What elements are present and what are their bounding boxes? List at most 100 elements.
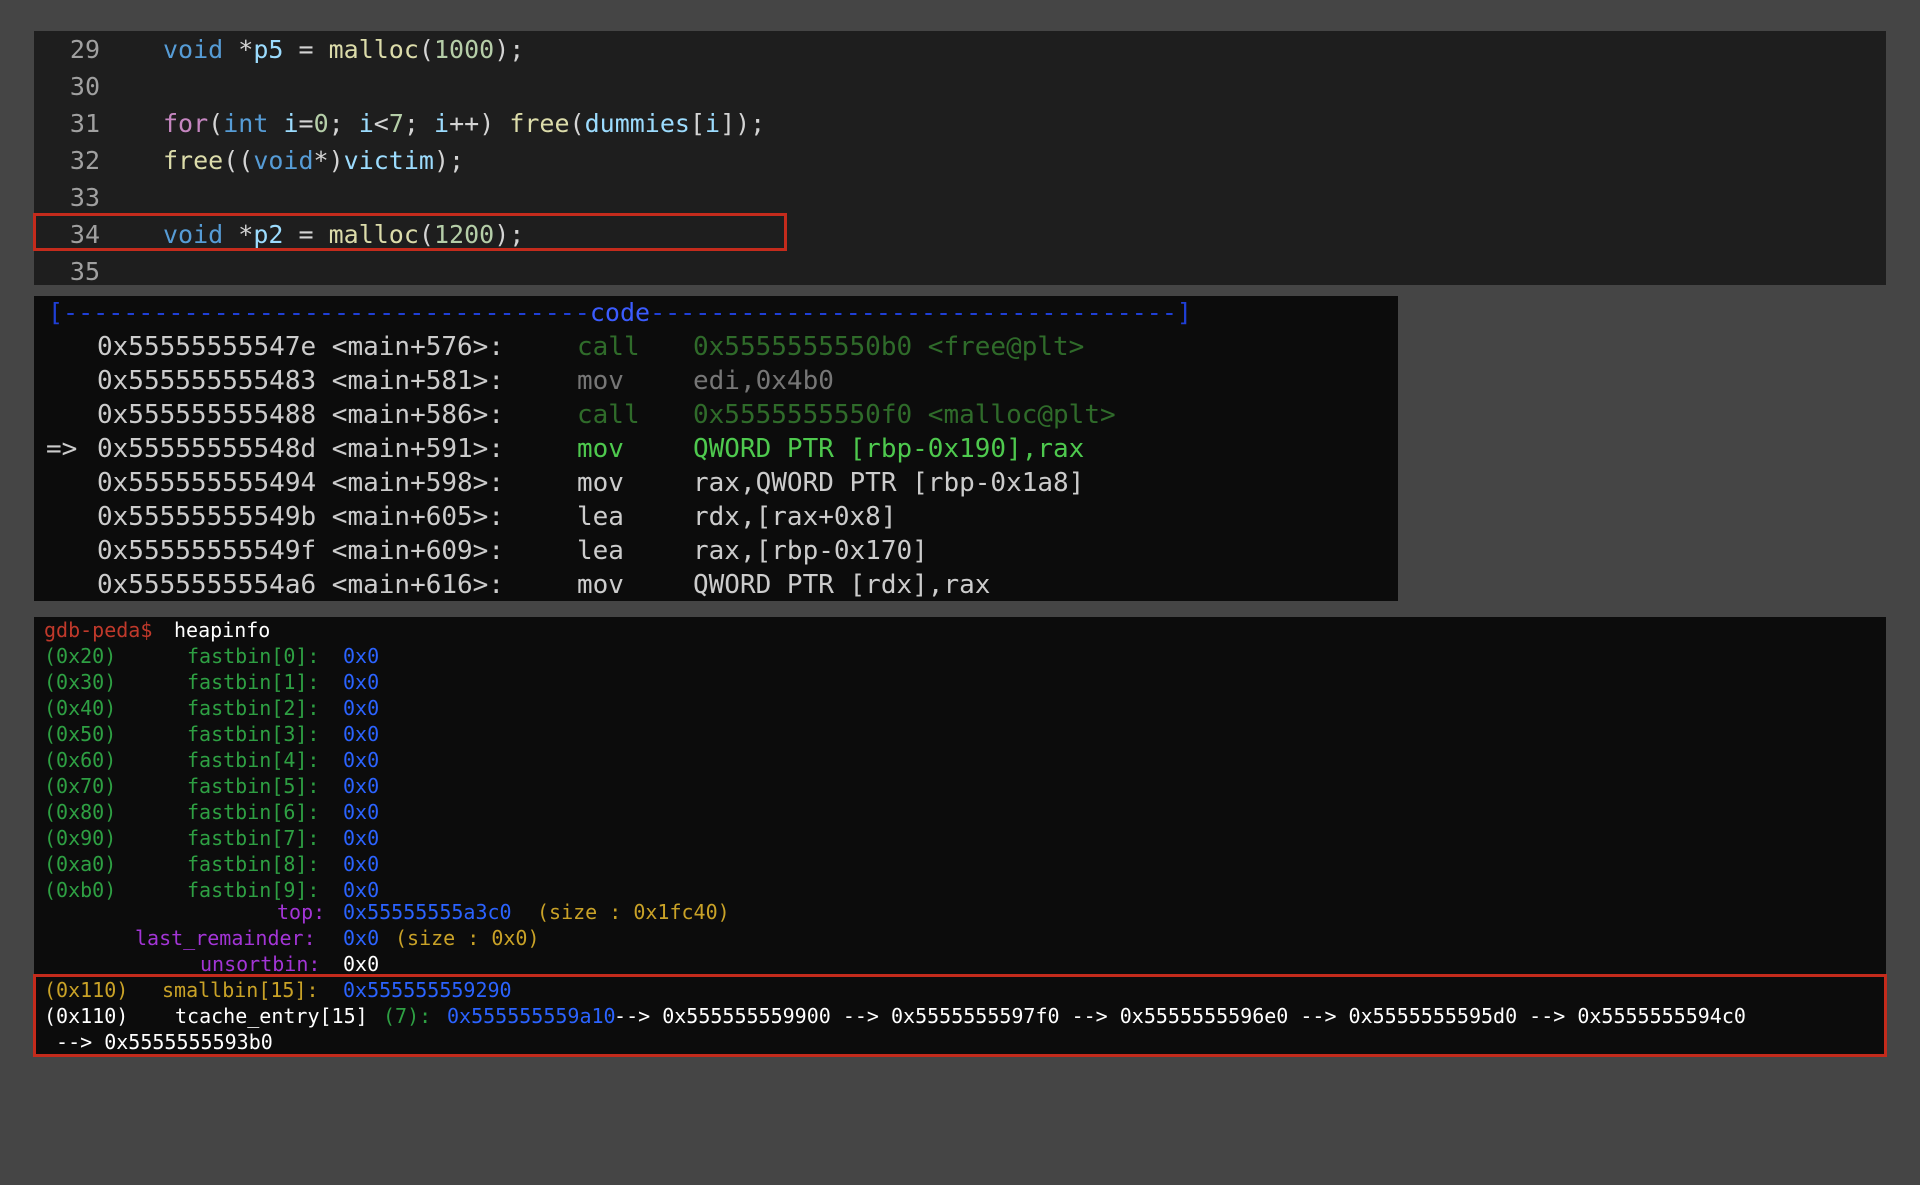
instruction-addr: 0x55555555549f <main+609>: [97, 536, 504, 566]
fastbin-label: fastbin[2]: [187, 696, 320, 720]
instruction-args: QWORD PTR [rdx],rax [693, 570, 991, 600]
instruction-args: QWORD PTR [rbp-0x190],rax [693, 434, 1085, 464]
code-token: < [373, 109, 389, 138]
instruction-arrow: => [46, 434, 78, 464]
gdb-terminal[interactable]: gdb-peda$ heapinfo (0x20) fastbin[0]: 0x0 (… [33, 617, 1887, 1057]
fastbin-size: (0xa0) [44, 852, 117, 876]
fastbin-value: 0x0 [343, 644, 380, 668]
line-code: for(int i=0; i<7; i++) free(dummies[i]); [163, 105, 765, 142]
fastbin-label: fastbin[3]: [187, 722, 320, 746]
instruction-args: 0x5555555550b0 <free@plt> [693, 332, 1085, 362]
code-token: ( [569, 109, 585, 138]
line-number: 30 [69, 72, 100, 101]
code-token: dummies [584, 109, 690, 138]
code-token: free [509, 109, 570, 138]
fastbin-value: 0x0 [343, 826, 380, 850]
code-token: = [298, 109, 314, 138]
instruction-op: call [577, 400, 640, 430]
gdb-prompt: gdb-peda$ [44, 618, 153, 642]
instruction-op: mov [577, 468, 624, 498]
fastbin-size: (0x90) [44, 826, 117, 850]
code-token: * [223, 35, 254, 64]
code-token: 1000 [433, 35, 495, 64]
fastbin-label: fastbin[1]: [187, 670, 320, 694]
code-token: 7 [388, 109, 404, 138]
fastbin-size: (0x20) [44, 644, 117, 668]
code-token: i [358, 109, 374, 138]
line-number: 31 [69, 109, 100, 138]
line-code: void *p5 = malloc(1000); [163, 31, 524, 68]
instruction-op: mov [577, 434, 624, 464]
instruction-args: edi,0x4b0 [693, 366, 834, 396]
line-number: 33 [69, 183, 100, 212]
code-token: 1200 [433, 220, 495, 249]
smallbin-line: (0x110) smallbin[15]: 0x555555559290 [44, 978, 512, 1002]
code-token: ; [403, 109, 435, 138]
code-token: p2 [253, 220, 284, 249]
code-token: ; [328, 109, 359, 138]
last-remainder-line: last_remainder: 0x0 (size : 0x0) [135, 926, 540, 950]
fastbin-size: (0x80) [44, 800, 117, 824]
unsortbin-line: unsortbin: 0x0 [200, 952, 380, 976]
code-token: ); [494, 35, 525, 64]
code-token: ( [418, 35, 434, 64]
code-token: i [283, 109, 299, 138]
code-token: *) [313, 146, 344, 175]
instruction-addr: 0x555555555483 <main+581>: [97, 366, 504, 396]
code-token: for [163, 109, 209, 138]
fastbin-label: fastbin[7]: [187, 826, 320, 850]
instruction-addr: 0x5555555554a6 <main+616>: [97, 570, 504, 600]
code-token: ]); [720, 109, 766, 138]
code-token: void [163, 220, 224, 249]
code-token: = [283, 220, 329, 249]
code-section-header: [-----------------------------------code… [48, 298, 1192, 327]
instruction-addr: 0x55555555549b <main+605>: [97, 502, 504, 532]
code-token: malloc [328, 220, 419, 249]
line-number: 32 [69, 146, 100, 175]
code-token: ( [418, 220, 434, 249]
fastbin-value: 0x0 [343, 774, 380, 798]
fastbin-label: fastbin[5]: [187, 774, 320, 798]
fastbin-value: 0x0 [343, 722, 380, 746]
tcache-line: (0x110) tcache_entry[15] (7): 0x55555555… [44, 1004, 1746, 1028]
instruction-args: rax,[rbp-0x170] [693, 536, 928, 566]
instruction-args: rax,QWORD PTR [rbp-0x1a8] [693, 468, 1085, 498]
fastbin-size: (0x40) [44, 696, 117, 720]
instruction-addr: 0x55555555547e <main+576>: [97, 332, 504, 362]
code-token: = [283, 35, 329, 64]
disassembly-panel: [-----------------------------------code… [34, 296, 1398, 601]
code-token: void [253, 146, 314, 175]
line-number: 34 [69, 220, 100, 249]
code-token: ++) [449, 109, 510, 138]
fastbin-label: fastbin[6]: [187, 800, 320, 824]
source-editor[interactable]: 29 void *p5 = malloc(1000); 30 31 for(int i=… [33, 31, 1886, 286]
top-line: top: 0x55555555a3c0 (size : 0x1fc40) [277, 900, 730, 924]
code-token: [ [689, 109, 706, 138]
fastbin-value: 0x0 [343, 670, 380, 694]
instruction-args: rdx,[rax+0x8] [693, 502, 897, 532]
code-token: * [223, 220, 254, 249]
fastbin-value: 0x0 [343, 696, 380, 720]
instruction-op: lea [577, 536, 624, 566]
line-code: free((void*)victim); [163, 142, 464, 179]
code-token: i [434, 109, 450, 138]
code-token: victim [343, 146, 434, 175]
fastbin-label: fastbin[0]: [187, 644, 320, 668]
code-token: free [163, 146, 224, 175]
instruction-op: mov [577, 366, 624, 396]
instruction-addr: 0x555555555488 <main+586>: [97, 400, 504, 430]
fastbin-label: fastbin[4]: [187, 748, 320, 772]
code-token: p5 [253, 35, 284, 64]
line-number: 29 [69, 35, 100, 64]
code-token: 0 [313, 109, 329, 138]
fastbin-value: 0x0 [343, 800, 380, 824]
prompt-line: gdb-peda$ heapinfo [34, 617, 270, 643]
line-number: 35 [69, 257, 100, 286]
code-token: ); [433, 146, 465, 175]
code-token: i [705, 109, 721, 138]
code-token: malloc [328, 35, 419, 64]
tcache-continuation-line: --> 0x5555555593b0 [44, 1030, 273, 1054]
code-token: ); [494, 220, 525, 249]
fastbin-size: (0x70) [44, 774, 117, 798]
